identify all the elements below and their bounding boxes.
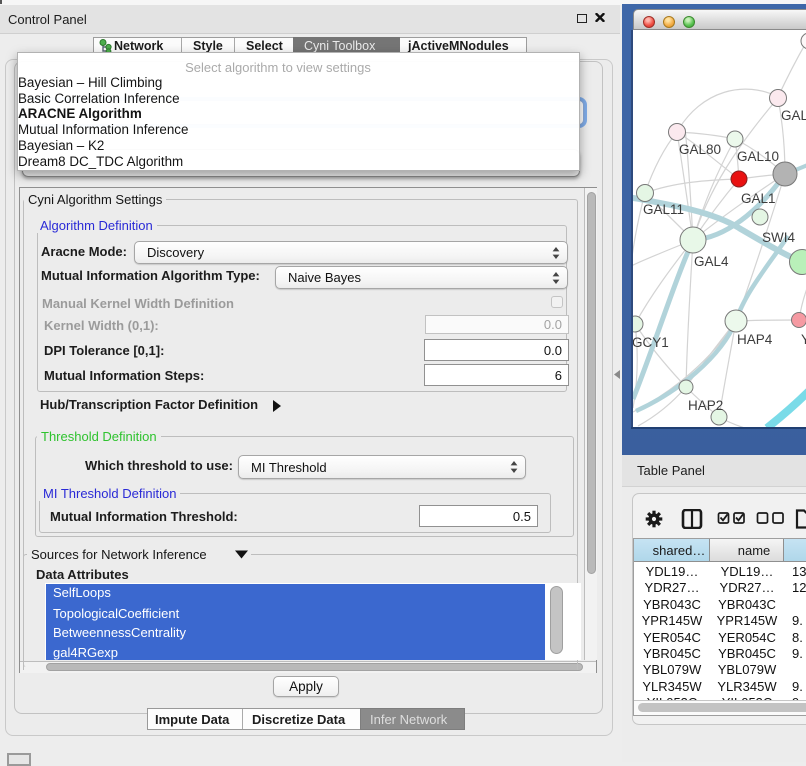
svg-text:GAL11: GAL11 <box>643 202 684 217</box>
svg-text:GAL80: GAL80 <box>679 142 721 157</box>
svg-text:GAL2: GAL2 <box>781 108 806 123</box>
svg-text:HAP4: HAP4 <box>737 332 773 347</box>
svg-text:SWI4: SWI4 <box>762 230 795 245</box>
svg-text:Y: Y <box>801 332 806 347</box>
svg-text:GAL1: GAL1 <box>741 191 776 206</box>
svg-text:GAL4: GAL4 <box>694 254 729 269</box>
svg-text:GCY1: GCY1 <box>633 335 669 350</box>
svg-text:GAL10: GAL10 <box>737 149 779 164</box>
svg-text:HAP2: HAP2 <box>688 398 723 413</box>
